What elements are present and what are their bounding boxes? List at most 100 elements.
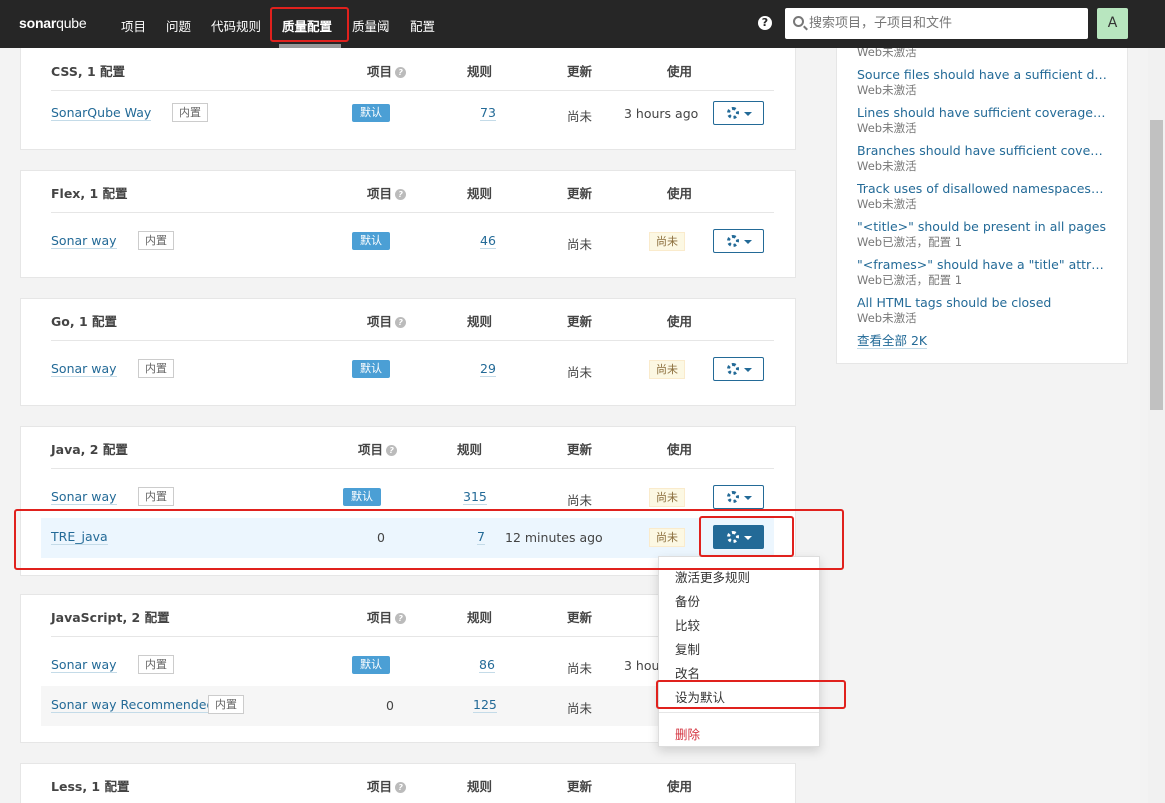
default-badge: 默认 bbox=[343, 488, 381, 506]
search-input[interactable] bbox=[809, 12, 1079, 34]
rules-count[interactable]: 86 bbox=[479, 658, 495, 673]
menu-item-copy[interactable]: 复制 bbox=[675, 639, 700, 658]
menu-divider bbox=[659, 712, 819, 713]
card-header: Less, 1 配置 项目? 规则 更新 使用 bbox=[51, 764, 774, 803]
actions-button[interactable] bbox=[713, 485, 764, 509]
rule-link[interactable]: Lines should have sufficient coverage by… bbox=[857, 105, 1107, 121]
card-title: JavaScript, 2 配置 bbox=[51, 610, 170, 625]
nav-quality-gates[interactable]: 质量阈 bbox=[352, 16, 390, 35]
help-icon: ? bbox=[386, 445, 398, 456]
col-projects: 项目? bbox=[358, 439, 398, 458]
help-icon: ? bbox=[395, 613, 407, 624]
see-all-link[interactable]: 查看全部 2K bbox=[857, 334, 928, 349]
used-value: 3 hou bbox=[624, 658, 660, 673]
col-used: 使用 bbox=[667, 442, 693, 457]
profile-card-flex: Flex, 1 配置 项目? 规则 更新 使用 Sonar way 内置 默认 … bbox=[20, 170, 796, 278]
profile-card-css: CSS, 1 配置 项目? 规则 更新 使用 SonarQube Way 内置 … bbox=[20, 36, 796, 150]
updated-value: 尚未 bbox=[567, 109, 593, 124]
projects-count: 0 bbox=[386, 698, 394, 713]
col-rules: 规则 bbox=[467, 186, 493, 201]
rule-link[interactable]: Track uses of disallowed namespaces in X… bbox=[857, 181, 1107, 197]
col-updated: 更新 bbox=[567, 186, 593, 201]
rule-status: Web已激活，配置 1 bbox=[857, 235, 963, 249]
col-updated: 更新 bbox=[567, 64, 593, 79]
col-used: 使用 bbox=[667, 186, 693, 201]
card-title: Flex, 1 配置 bbox=[51, 186, 128, 201]
actions-dropdown-menu: 激活更多规则 备份 比较 复制 改名 设为默认 删除 bbox=[658, 556, 820, 747]
actions-button[interactable] bbox=[713, 101, 764, 125]
rule-link[interactable]: "<frames>" should have a "title" attribu… bbox=[857, 257, 1107, 273]
updated-value: 尚未 bbox=[567, 237, 593, 252]
top-navbar: sonarqube 项目 问题 代码规则 质量配置 质量阈 配置 ? A bbox=[0, 0, 1165, 48]
rules-count[interactable]: 315 bbox=[463, 490, 487, 505]
builtin-badge: 内置 bbox=[172, 103, 208, 122]
used-badge: 尚未 bbox=[649, 488, 685, 507]
rules-count[interactable]: 125 bbox=[473, 698, 497, 713]
menu-item-compare[interactable]: 比较 bbox=[675, 615, 700, 634]
rules-count[interactable]: 46 bbox=[480, 234, 496, 249]
menu-item-backup[interactable]: 备份 bbox=[675, 591, 700, 610]
menu-item-delete[interactable]: 删除 bbox=[675, 724, 700, 743]
profile-link[interactable]: Sonar way bbox=[51, 658, 117, 673]
card-title: Java, 2 配置 bbox=[51, 442, 128, 457]
nav-issues[interactable]: 问题 bbox=[166, 16, 191, 35]
actions-button[interactable] bbox=[713, 229, 764, 253]
rule-status: Web未激活 bbox=[857, 311, 917, 325]
col-projects: 项目? bbox=[367, 607, 407, 626]
col-projects: 项目? bbox=[367, 183, 407, 202]
rules-count[interactable]: 73 bbox=[480, 106, 496, 121]
col-rules: 规则 bbox=[467, 779, 493, 794]
profile-link[interactable]: Sonar way Recommended bbox=[51, 698, 215, 713]
card-title: Less, 1 配置 bbox=[51, 779, 130, 794]
default-badge: 默认 bbox=[352, 232, 390, 250]
card-title: Go, 1 配置 bbox=[51, 314, 117, 329]
gear-icon bbox=[727, 363, 739, 375]
annotation-box bbox=[656, 680, 846, 709]
rule-item: "<frames>" should have a "title" attribu… bbox=[857, 257, 1107, 287]
col-rules: 规则 bbox=[467, 64, 493, 79]
updated-value: 尚未 bbox=[567, 493, 593, 508]
rule-link[interactable]: Source files should have a sufficient de… bbox=[857, 67, 1107, 83]
nav-rules[interactable]: 代码规则 bbox=[211, 16, 261, 35]
scrollbar-thumb[interactable] bbox=[1150, 120, 1163, 410]
help-icon[interactable]: ? bbox=[758, 16, 772, 30]
builtin-badge: 内置 bbox=[138, 655, 174, 674]
help-icon: ? bbox=[395, 782, 407, 793]
profile-link[interactable]: Sonar way bbox=[51, 234, 117, 249]
card-header: Java, 2 配置 项目? 规则 更新 使用 bbox=[51, 427, 774, 469]
rule-item: All HTML tags should be closed Web未激活 bbox=[857, 295, 1107, 325]
rule-link[interactable]: Branches should have sufficient coverage… bbox=[857, 143, 1107, 159]
profile-link[interactable]: SonarQube Way bbox=[51, 106, 152, 121]
search-icon bbox=[793, 16, 804, 27]
active-tab-indicator bbox=[279, 44, 341, 48]
avatar[interactable]: A bbox=[1097, 8, 1128, 39]
rule-link[interactable]: All HTML tags should be closed bbox=[857, 295, 1107, 311]
rule-status: Web未激活 bbox=[857, 83, 917, 97]
rule-link[interactable]: "<title>" should be present in all pages bbox=[857, 219, 1107, 235]
search-box[interactable] bbox=[785, 8, 1088, 39]
chevron-down-icon bbox=[744, 112, 752, 116]
col-projects: 项目? bbox=[367, 311, 407, 330]
table-row: Sonar way 内置 默认 46 尚未 尚未 bbox=[41, 222, 774, 262]
builtin-badge: 内置 bbox=[208, 695, 244, 714]
sonarqube-logo[interactable]: sonarqube bbox=[19, 15, 87, 31]
chevron-down-icon bbox=[744, 240, 752, 244]
rules-count[interactable]: 29 bbox=[480, 362, 496, 377]
builtin-badge: 内置 bbox=[138, 231, 174, 250]
profile-link[interactable]: Sonar way bbox=[51, 362, 117, 377]
nav-administration[interactable]: 配置 bbox=[410, 16, 435, 35]
rule-status: Web未激活 bbox=[857, 159, 917, 173]
rule-status: Web已激活，配置 1 bbox=[857, 273, 963, 287]
rule-status: Web未激活 bbox=[857, 197, 917, 211]
rule-item: Branches should have sufficient coverage… bbox=[857, 143, 1107, 173]
actions-button[interactable] bbox=[713, 357, 764, 381]
profile-link[interactable]: Sonar way bbox=[51, 490, 117, 505]
table-row: Sonar way 内置 默认 29 尚未 尚未 bbox=[41, 350, 774, 390]
col-rules: 规则 bbox=[467, 610, 493, 625]
annotation-box bbox=[699, 516, 794, 557]
nav-projects[interactable]: 项目 bbox=[121, 16, 146, 35]
gear-icon bbox=[727, 107, 739, 119]
col-projects: 项目? bbox=[367, 776, 407, 795]
used-badge: 尚未 bbox=[649, 360, 685, 379]
used-badge: 尚未 bbox=[649, 232, 685, 251]
